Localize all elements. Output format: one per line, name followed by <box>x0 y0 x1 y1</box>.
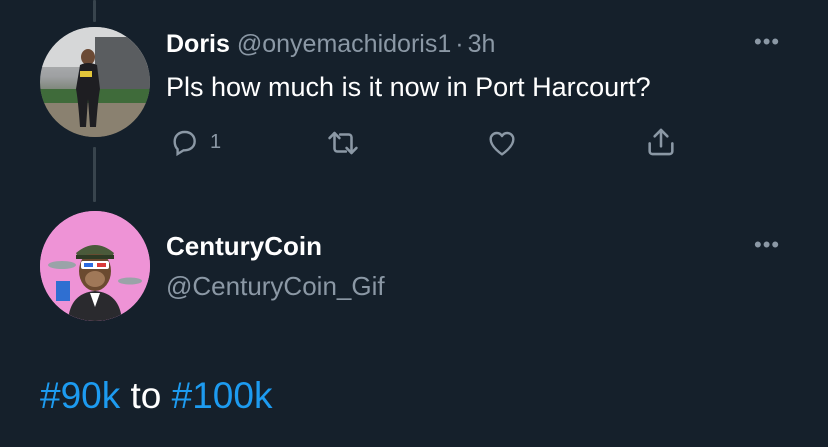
more-icon[interactable]: ••• <box>754 31 780 53</box>
tweet-time[interactable]: 3h <box>468 30 496 58</box>
reply-icon <box>173 130 196 157</box>
avatar-doris[interactable] <box>40 27 150 137</box>
reply-count: 1 <box>210 130 222 153</box>
avatar-centurycoin[interactable] <box>40 211 150 321</box>
like-button[interactable] <box>486 127 518 159</box>
share-button[interactable] <box>644 125 678 159</box>
time-separator: · <box>455 30 464 58</box>
retweet-button[interactable] <box>326 127 360 159</box>
reply-button[interactable]: 1 <box>168 126 221 158</box>
main-author-name[interactable]: CenturyCoin <box>166 230 322 262</box>
thread-line-connector <box>93 147 96 202</box>
like-icon <box>489 131 515 156</box>
author-name[interactable]: Doris <box>166 30 230 58</box>
main-more-icon[interactable]: ••• <box>754 234 780 256</box>
main-tweet-text: #90k to #100k <box>40 374 272 418</box>
tweet-text: Pls how much is it now in Port Harcourt? <box>166 72 651 102</box>
author-handle[interactable]: @onyemachidoris1 <box>237 30 451 58</box>
hashtag-100k[interactable]: #100k <box>172 375 273 416</box>
thread-line-top <box>93 0 96 22</box>
main-author-handle[interactable]: @CenturyCoin_Gif <box>166 270 385 302</box>
retweet-icon <box>328 131 358 155</box>
hashtag-90k[interactable]: #90k <box>40 375 120 416</box>
share-icon <box>648 128 674 156</box>
tweet-connector: to <box>120 375 172 416</box>
